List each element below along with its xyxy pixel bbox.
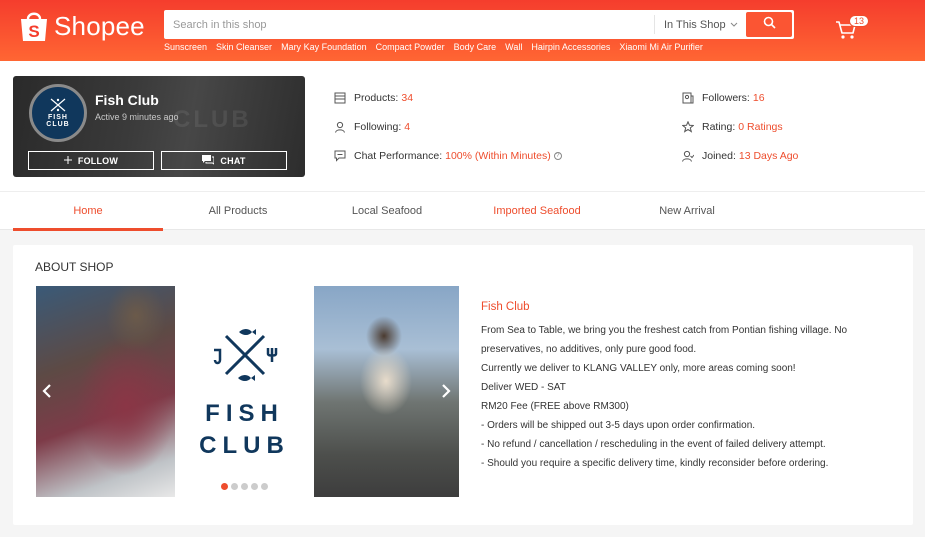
avatar-text: FISH xyxy=(48,114,68,121)
info-icon[interactable]: ? xyxy=(553,152,562,160)
chat-label: CHAT xyxy=(220,155,246,166)
search-suggestions: Sunscreen Skin Cleanser Mary Kay Foundat… xyxy=(164,42,703,52)
cart-count-badge: 13 xyxy=(849,15,869,27)
follow-label: FOLLOW xyxy=(77,155,119,166)
tab-all-products[interactable]: All Products xyxy=(163,192,313,230)
stat-label: Following: xyxy=(354,121,402,133)
suggestion-link[interactable]: Body Care xyxy=(454,42,497,52)
stat-value: 4 xyxy=(404,121,411,133)
shopee-bag-icon: S xyxy=(18,9,50,43)
logo-word: FISH xyxy=(205,400,284,427)
suggestion-link[interactable]: Compact Powder xyxy=(376,42,445,52)
shop-active-status: Active 9 minutes ago xyxy=(95,112,179,122)
description-line: Deliver WED - SAT xyxy=(481,382,566,393)
tab-new-arrival[interactable]: New Arrival xyxy=(612,192,762,230)
brand-name: Shopee xyxy=(54,10,145,41)
search-scope-select[interactable]: In This Shop xyxy=(654,15,746,34)
description-line: Currently we deliver to KLANG VALLEY onl… xyxy=(481,363,796,374)
stat-label: Chat Performance: xyxy=(354,150,443,162)
suggestion-link[interactable]: Wall xyxy=(505,42,522,52)
suggestion-link[interactable]: Xiaomi Mi Air Purifier xyxy=(619,42,703,52)
description-title: Fish Club xyxy=(481,301,530,313)
stat-label: Products: xyxy=(354,92,399,104)
user-check-icon xyxy=(682,150,694,162)
carousel-dot[interactable] xyxy=(251,483,258,490)
tab-imported-seafood[interactable]: Imported Seafood xyxy=(462,192,612,230)
carousel-next-arrow-icon[interactable] xyxy=(440,384,452,403)
follow-button[interactable]: FOLLOW xyxy=(28,151,154,170)
stat-value: 13 Days Ago xyxy=(738,150,799,162)
description-line: - Orders will be shipped out 3-5 days up… xyxy=(481,420,756,431)
logo-word: CLUB xyxy=(199,432,290,459)
shopee-logo[interactable]: S Shopee xyxy=(18,9,145,43)
carousel-dot[interactable] xyxy=(241,483,248,490)
chevron-down-icon xyxy=(730,19,738,31)
star-icon xyxy=(682,121,694,133)
shop-info-section: CLUB FISH CLUB Fish Club Active 9 minute… xyxy=(0,61,925,192)
shop-tabs: Home All Products Local Seafood Imported… xyxy=(0,192,925,231)
chat-button[interactable]: CHAT xyxy=(161,151,287,170)
suggestion-link[interactable]: Mary Kay Foundation xyxy=(281,42,367,52)
search-button[interactable] xyxy=(746,12,792,37)
svg-text:S: S xyxy=(28,22,39,41)
carousel-dot[interactable] xyxy=(261,483,268,490)
top-header: S Shopee In This Shop Sunscreen Skin Cle… xyxy=(0,0,925,61)
tab-home[interactable]: Home xyxy=(13,192,163,231)
about-shop-section: ABOUT SHOP FISH CLUB Fish Club From Sea … xyxy=(13,245,913,525)
shop-name: Fish Club xyxy=(95,92,159,108)
carousel-image xyxy=(314,286,459,497)
search-input[interactable] xyxy=(164,10,654,39)
fish-club-logo-icon xyxy=(213,329,278,381)
suggestion-link[interactable]: Sunscreen xyxy=(164,42,207,52)
carousel-dot[interactable] xyxy=(231,483,238,490)
stat-label: Followers: xyxy=(702,92,750,104)
store-icon xyxy=(334,92,346,104)
stat-followers: Followers: 16 xyxy=(682,92,765,104)
followers-icon xyxy=(682,92,694,104)
stat-value: 16 xyxy=(752,92,765,104)
suggestion-link[interactable]: Hairpin Accessories xyxy=(531,42,610,52)
chat-icon xyxy=(202,154,215,167)
tab-local-seafood[interactable]: Local Seafood xyxy=(312,192,462,230)
search-scope-label: In This Shop xyxy=(664,18,726,31)
stat-label: Rating: xyxy=(702,121,736,133)
image-carousel[interactable]: FISH CLUB xyxy=(36,286,459,497)
user-icon xyxy=(334,121,346,133)
description-line: From Sea to Table, we bring you the fres… xyxy=(481,325,848,336)
stat-chat-performance: Chat Performance: 100% (Within Minutes) … xyxy=(334,150,562,162)
stat-value: 100% (Within Minutes) xyxy=(445,150,551,162)
plus-icon xyxy=(63,155,72,166)
carousel-dots xyxy=(221,483,268,490)
carousel-logo-image: FISH CLUB xyxy=(175,286,314,497)
fish-cross-icon xyxy=(50,98,66,112)
stat-label: Joined: xyxy=(702,150,736,162)
search-icon xyxy=(763,16,776,34)
stat-value: 0 Ratings xyxy=(738,121,783,133)
search-bar: In This Shop xyxy=(164,10,794,39)
shop-card-background-text: CLUB xyxy=(173,106,252,133)
shop-card: CLUB FISH CLUB Fish Club Active 9 minute… xyxy=(13,76,305,177)
stat-products: Products: 34 xyxy=(334,92,413,104)
carousel-dot[interactable] xyxy=(221,483,228,490)
section-title: ABOUT SHOP xyxy=(35,260,114,274)
stat-joined: Joined: 13 Days Ago xyxy=(682,150,798,162)
description-line: preservatives, no additives, only pure g… xyxy=(481,344,697,355)
stat-following: Following: 4 xyxy=(334,121,410,133)
stat-rating: Rating: 0 Ratings xyxy=(682,121,783,133)
description-line: - No refund / cancellation / reschedulin… xyxy=(481,439,826,450)
description-line: - Should you require a specific delivery… xyxy=(481,458,829,469)
stat-value: 34 xyxy=(401,92,414,104)
description-line: RM20 Fee (FREE above RM300) xyxy=(481,401,629,412)
avatar[interactable]: FISH CLUB xyxy=(29,84,87,142)
chat-bubble-icon xyxy=(334,150,346,162)
carousel-image xyxy=(36,286,175,497)
suggestion-link[interactable]: Skin Cleanser xyxy=(216,42,272,52)
avatar-text: CLUB xyxy=(46,121,70,128)
shop-description: Fish Club From Sea to Table, we bring yo… xyxy=(481,301,891,473)
carousel-prev-arrow-icon[interactable] xyxy=(41,384,53,403)
